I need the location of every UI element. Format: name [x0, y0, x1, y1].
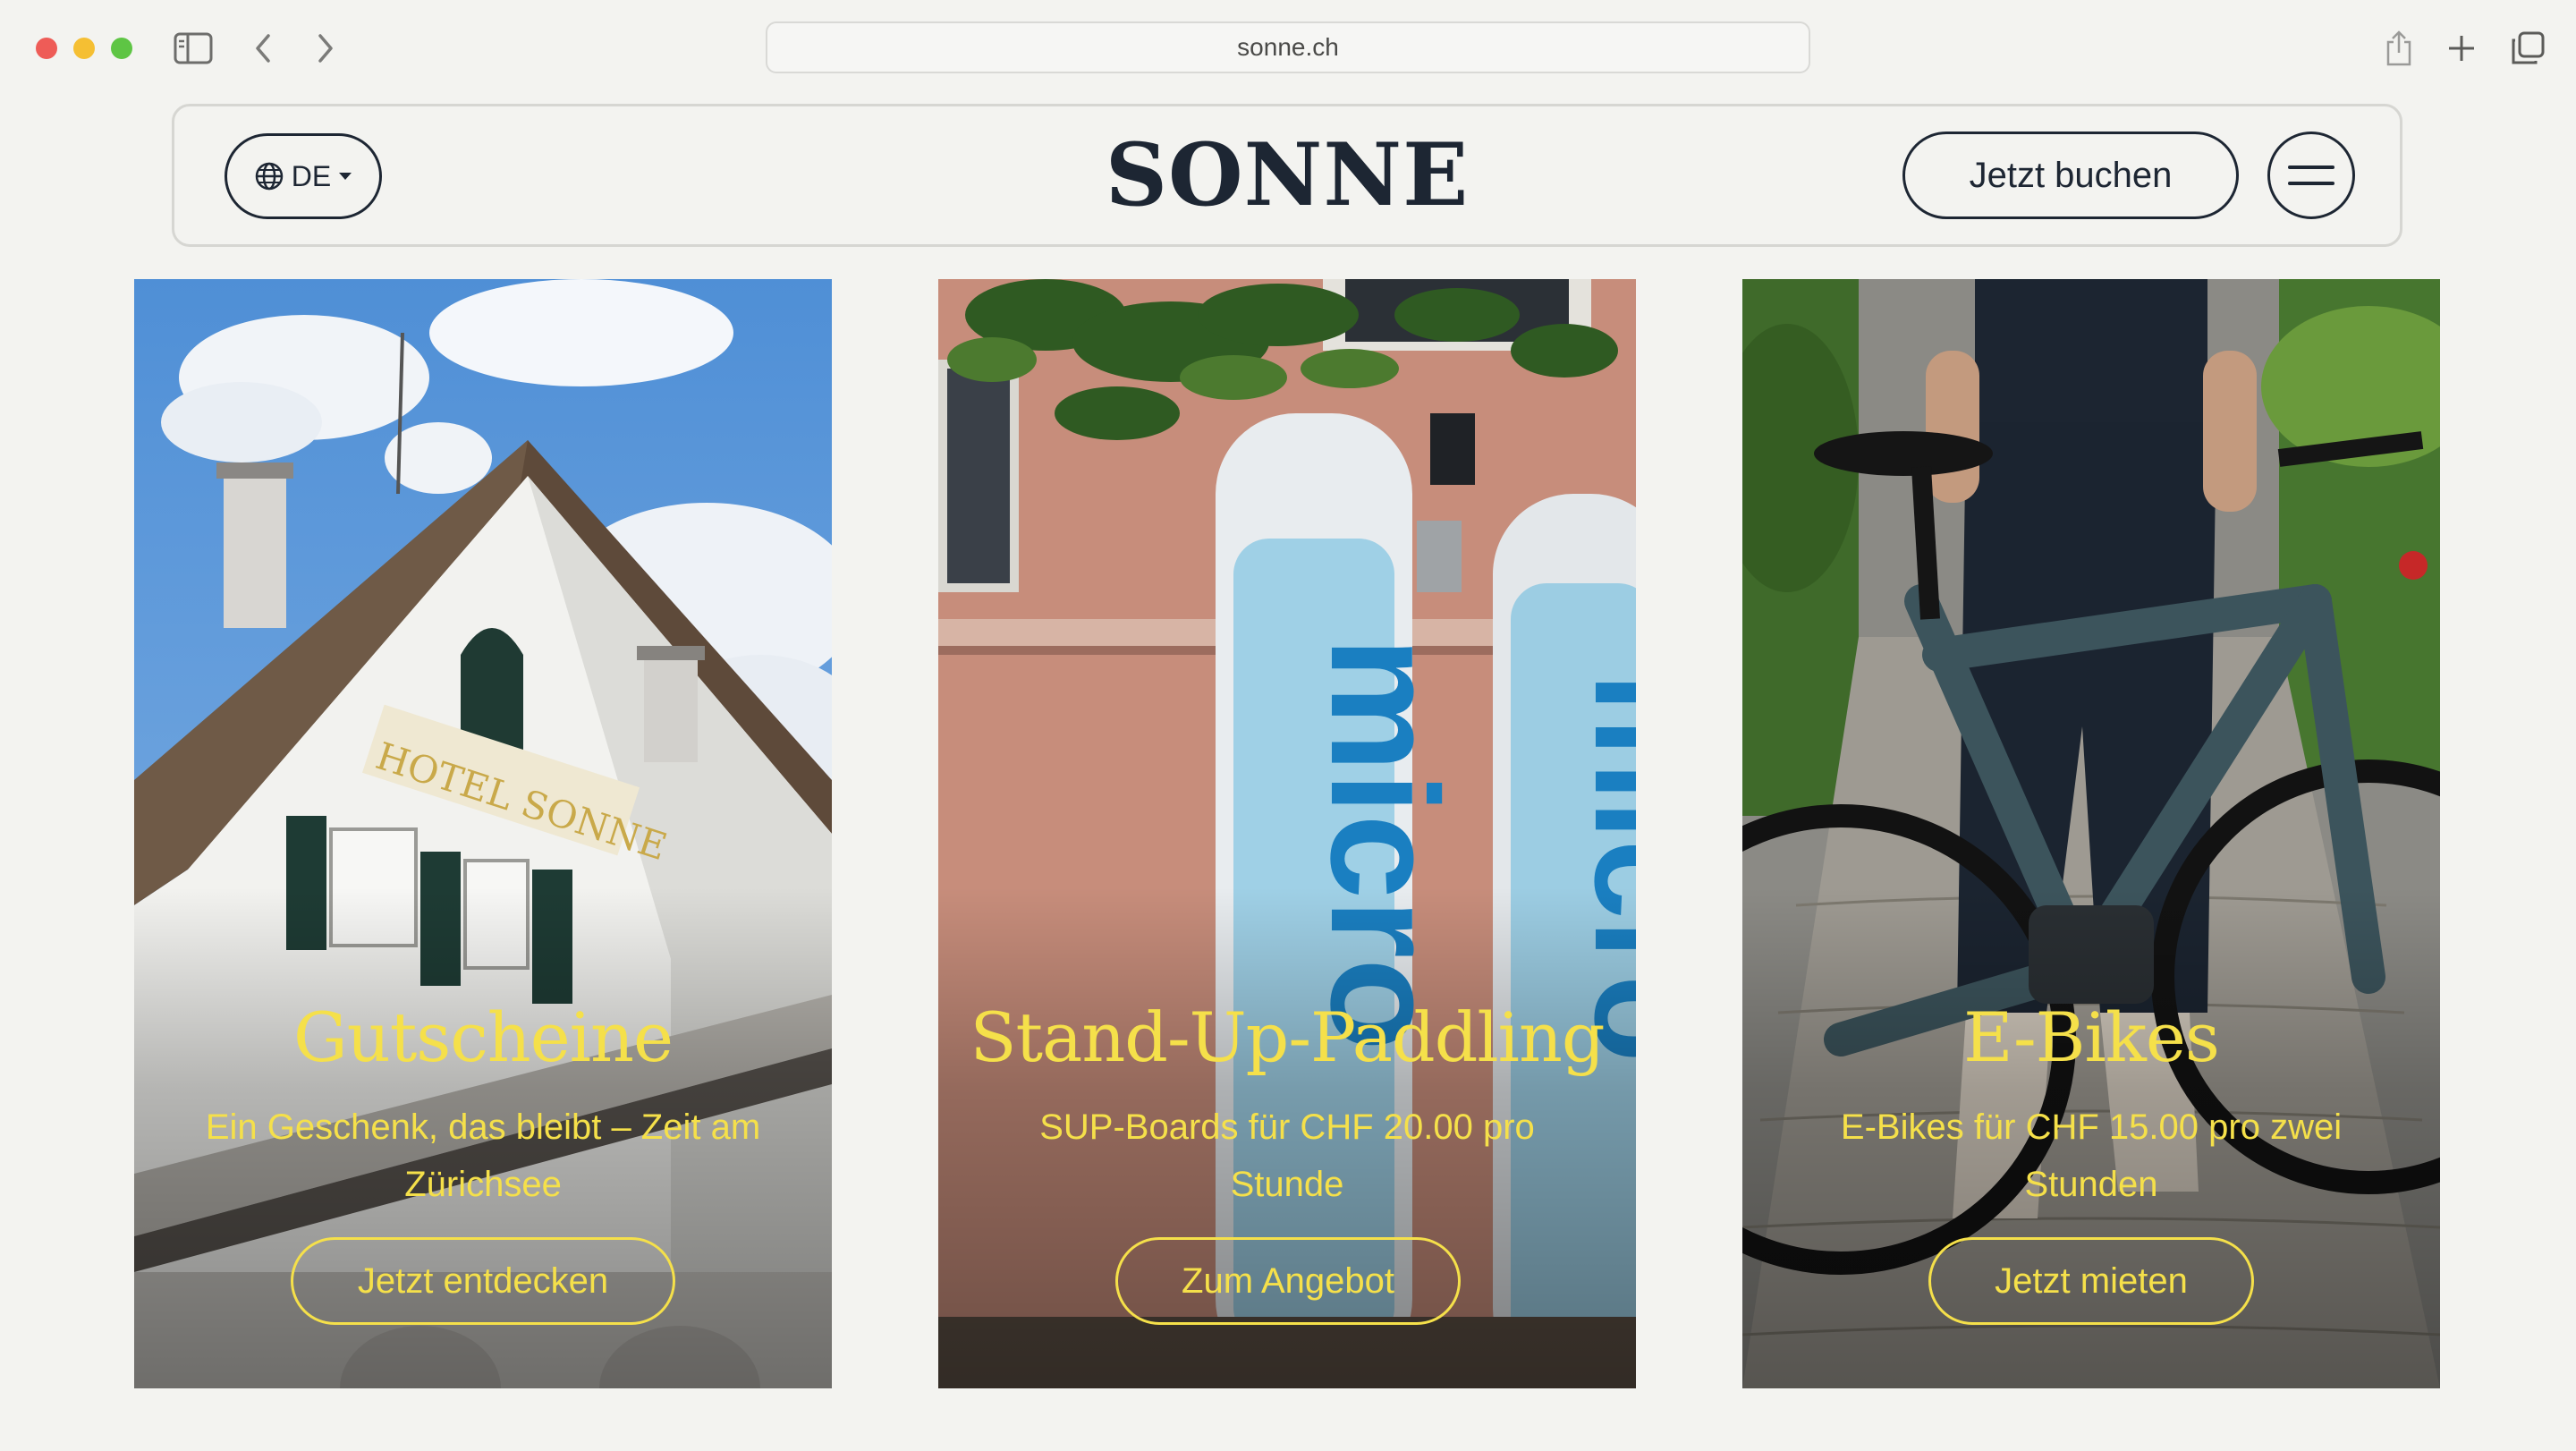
card-subtitle: SUP-Boards für CHF 20.00 pro Stunde — [1039, 1107, 1535, 1204]
address-bar[interactable]: sonne.ch — [766, 21, 1810, 73]
tabs-overview-icon[interactable] — [2504, 25, 2551, 72]
close-window-button[interactable] — [36, 38, 57, 59]
offer-button[interactable]: Zum Angebot — [1115, 1237, 1461, 1325]
menu-line-icon — [2288, 165, 2334, 169]
card-title: E-Bikes — [1963, 997, 2220, 1077]
card-title: Gutscheine — [293, 997, 674, 1077]
forward-icon[interactable] — [302, 25, 349, 72]
card-ebikes[interactable]: E-Bikes E-Bikes für CHF 15.00 pro zwei S… — [1742, 279, 2440, 1388]
sidebar-icon[interactable] — [170, 25, 216, 72]
card-text: Stand-Up-Paddling SUP-Boards für CHF 20.… — [938, 995, 1636, 1213]
card-title: Stand-Up-Paddling — [970, 997, 1605, 1077]
card-vouchers[interactable]: HOTEL SONNE Gutscheine Ein Geschenk, das… — [134, 279, 832, 1388]
back-icon[interactable] — [240, 25, 286, 72]
window-controls — [36, 38, 132, 59]
card-text: Gutscheine Ein Geschenk, das bleibt – Ze… — [134, 995, 832, 1213]
book-now-button[interactable]: Jetzt buchen — [1902, 132, 2239, 219]
card-subtitle: E-Bikes für CHF 15.00 pro zwei Stunden — [1840, 1107, 2343, 1204]
url-text: sonne.ch — [1237, 33, 1339, 61]
zoom-window-button[interactable] — [111, 38, 132, 59]
rent-button[interactable]: Jetzt mieten — [1928, 1237, 2254, 1325]
discover-button[interactable]: Jetzt entdecken — [291, 1237, 675, 1325]
menu-button[interactable] — [2267, 132, 2355, 219]
share-icon[interactable] — [2376, 25, 2422, 72]
card-sup[interactable]: micro micro Stand-Up-Paddling SUP-Boards… — [938, 279, 1636, 1388]
site-header: DE SONNE Jetzt buchen — [172, 104, 2402, 247]
minimize-window-button[interactable] — [73, 38, 95, 59]
browser-toolbar: sonne.ch — [0, 0, 2576, 97]
menu-line-icon — [2288, 182, 2334, 185]
card-text: E-Bikes E-Bikes für CHF 15.00 pro zwei S… — [1742, 995, 2440, 1213]
card-subtitle: Ein Geschenk, das bleibt – Zeit am Züric… — [205, 1107, 761, 1204]
new-tab-icon[interactable] — [2438, 25, 2485, 72]
